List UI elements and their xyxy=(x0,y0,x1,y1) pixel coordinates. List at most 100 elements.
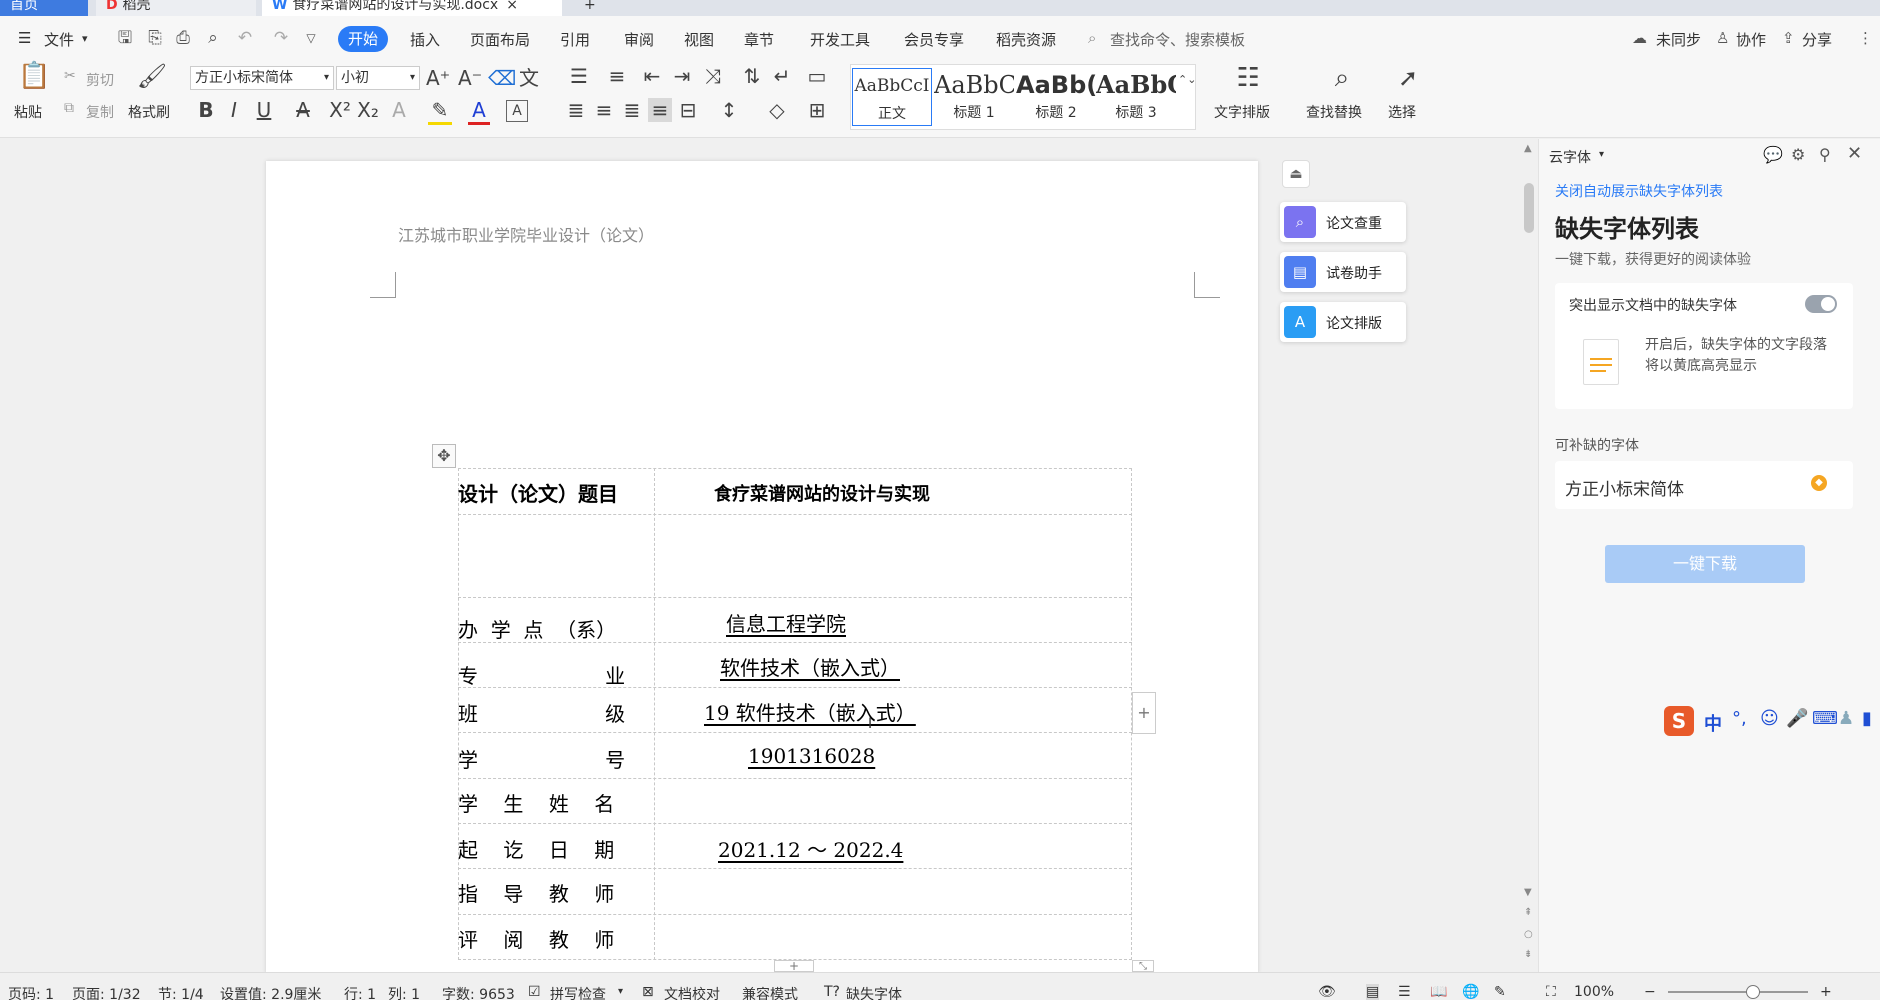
pinyin-icon[interactable]: 文 xyxy=(516,66,542,90)
prev-page-icon[interactable]: ⇞ xyxy=(1524,907,1532,918)
spell-check-button[interactable]: 拼写检查 xyxy=(550,984,606,1000)
web-view-icon[interactable]: 🌐 xyxy=(1462,984,1479,1000)
status-word-count[interactable]: 字数: 9653 xyxy=(442,984,515,1000)
new-tab-icon[interactable]: + xyxy=(574,0,604,16)
numbered-list-icon[interactable]: ≡ xyxy=(604,64,630,88)
class-value[interactable]: 19 软件技术（嵌入式） xyxy=(654,697,948,726)
chevron-down-icon[interactable]: ▾ xyxy=(82,32,88,45)
table-resize-icon[interactable]: ⤡ xyxy=(1132,960,1154,972)
underline-icon[interactable]: U xyxy=(252,98,276,122)
status-section[interactable]: 节: 1/4 xyxy=(158,984,204,1000)
add-row-icon[interactable]: + xyxy=(774,960,814,972)
style-scroll-icon[interactable]: ⌃⌄ xyxy=(1178,68,1196,92)
share-button[interactable]: 分享 xyxy=(1802,29,1832,50)
increase-indent-icon[interactable]: ⇥ xyxy=(670,64,694,88)
customize-icon[interactable]: ▽ xyxy=(300,27,322,49)
font-name-select[interactable]: 方正小标宋简体 ▾ xyxy=(190,66,334,90)
decrease-indent-icon[interactable]: ⇤ xyxy=(640,64,664,88)
major-value[interactable]: 软件技术（嵌入式） xyxy=(654,652,932,681)
zoom-out-icon[interactable]: − xyxy=(1644,984,1656,1000)
collab-button[interactable]: 协作 xyxy=(1736,29,1766,50)
status-column[interactable]: 列: 1 xyxy=(388,984,420,1000)
borders-icon[interactable]: ⊞ xyxy=(804,98,830,122)
highlight-icon[interactable]: ✎ xyxy=(428,98,452,125)
tab-home[interactable]: 首页 xyxy=(0,0,88,16)
bold-icon[interactable]: B xyxy=(196,98,216,122)
exam-helper-button[interactable]: ▤ 试卷助手 xyxy=(1280,252,1406,292)
page-view-icon[interactable]: ▤ xyxy=(1366,984,1380,1000)
bullet-list-icon[interactable]: ☰ xyxy=(566,64,592,88)
close-auto-show-link[interactable]: 关闭自动展示缺失字体列表 xyxy=(1555,181,1723,201)
scissors-icon[interactable]: ✂ xyxy=(64,68,76,84)
menu-item-references[interactable]: 引用 xyxy=(560,29,590,50)
tab-daoke[interactable]: D 稻壳 xyxy=(96,0,256,16)
reading-view-icon[interactable]: 📖 xyxy=(1430,984,1447,1000)
command-search-input[interactable]: 查找命令、搜索模板 xyxy=(1110,29,1245,50)
menu-item-daoke[interactable]: 稻壳资源 xyxy=(996,29,1056,50)
pin-icon[interactable]: ⚲ xyxy=(1819,145,1831,164)
clear-format-icon[interactable]: ⌫ xyxy=(488,66,516,90)
find-icon[interactable]: ⌕ xyxy=(1326,65,1358,91)
outline-view-icon[interactable]: ☰ xyxy=(1398,984,1411,1000)
shading-icon[interactable]: ◇ xyxy=(764,98,790,122)
format-painter-button[interactable]: 格式刷 xyxy=(128,102,170,122)
punctuation-icon[interactable]: °, xyxy=(1732,708,1747,729)
status-setting[interactable]: 设置值: 2.9厘米 xyxy=(220,984,321,1000)
tab-document[interactable]: W 食疗菜谱网站的设计与实现.docx × xyxy=(262,0,562,16)
cut-button[interactable]: 剪切 xyxy=(86,70,114,90)
paste-icon[interactable]: 📋 xyxy=(18,63,50,96)
superscript-icon[interactable]: X² xyxy=(328,98,352,122)
date-range-value[interactable]: 2021.12 ～ 2022.4 xyxy=(654,834,904,863)
font-size-select[interactable]: 小初 ▾ xyxy=(336,66,420,90)
file-menu[interactable]: 文件 xyxy=(44,29,74,50)
menu-item-start[interactable]: 开始 xyxy=(338,26,388,52)
text-effect-icon[interactable]: A xyxy=(388,98,410,122)
find-replace-button[interactable]: 查找替换 xyxy=(1306,102,1362,122)
paste-button[interactable]: 粘贴 xyxy=(14,102,42,122)
distributed-icon[interactable]: ⊟ xyxy=(676,98,700,122)
keyboard-icon[interactable]: ⌨ xyxy=(1812,708,1838,729)
line-spacing-icon[interactable]: ↕ xyxy=(716,98,742,122)
font-color-icon[interactable]: A xyxy=(468,98,490,125)
missing-font-status[interactable]: 缺失字体 xyxy=(846,984,902,1000)
status-page-number[interactable]: 页码: 1 xyxy=(8,984,54,1000)
print-preview-icon[interactable]: ⌕ xyxy=(202,27,224,49)
zoom-in-icon[interactable]: + xyxy=(1820,984,1832,1000)
scroll-down-icon[interactable]: ▼ xyxy=(1524,887,1532,898)
sort-icon[interactable]: ⇅ xyxy=(740,64,764,88)
menu-item-view[interactable]: 视图 xyxy=(684,29,714,50)
export-pdf-icon[interactable]: ⎘ xyxy=(144,27,166,49)
copy-icon[interactable]: ⧉ xyxy=(64,100,74,116)
subscript-icon[interactable]: X₂ xyxy=(356,98,380,122)
style-heading-3[interactable]: AaBbC 标题 3 xyxy=(1096,68,1176,126)
scroll-thumb[interactable] xyxy=(1524,183,1534,233)
table-ruler-icon[interactable]: ▭ xyxy=(804,64,830,88)
close-icon[interactable]: × xyxy=(506,0,518,13)
cursor-icon[interactable]: ➚ xyxy=(1394,66,1422,90)
zoom-slider[interactable] xyxy=(1668,991,1808,993)
sync-status[interactable]: 未同步 xyxy=(1656,29,1701,50)
table-move-icon[interactable]: ✥ xyxy=(432,444,456,468)
more-icon[interactable]: ⋮ xyxy=(1858,29,1873,47)
status-page-count[interactable]: 页面: 1/32 xyxy=(72,984,141,1000)
ime-language[interactable]: 中 xyxy=(1704,710,1722,736)
zoom-level[interactable]: 100% xyxy=(1574,984,1614,1000)
zoom-slider-thumb[interactable] xyxy=(1746,985,1760,999)
chat-icon[interactable]: 💬 xyxy=(1763,145,1783,164)
chinese-layout-icon[interactable]: ⤨ xyxy=(700,64,726,88)
vertical-scrollbar[interactable]: ▲ ▼ ⇞ ○ ⇟ xyxy=(1520,139,1538,972)
decrease-font-icon[interactable]: A⁻ xyxy=(458,66,482,90)
format-painter-icon[interactable]: 🖌 xyxy=(136,64,168,96)
microphone-icon[interactable]: 🎤 xyxy=(1786,708,1808,729)
eye-protection-icon[interactable]: 👁 xyxy=(1318,984,1336,1000)
style-heading-2[interactable]: AaBb( 标题 2 xyxy=(1016,68,1096,126)
highlight-toggle[interactable] xyxy=(1805,295,1837,313)
close-icon[interactable]: ✕ xyxy=(1847,143,1862,164)
align-left-icon[interactable]: ≣ xyxy=(564,98,588,122)
toolbox-icon[interactable]: ▮ xyxy=(1862,708,1872,729)
chevron-down-icon[interactable]: ▾ xyxy=(1599,149,1604,160)
style-normal[interactable]: AaBbCcI 正文 xyxy=(852,68,932,126)
strikethrough-icon[interactable]: A xyxy=(292,98,314,122)
paragraph-mark-icon[interactable]: ↵ xyxy=(770,64,794,88)
download-all-button[interactable]: 一键下载 xyxy=(1605,545,1805,583)
